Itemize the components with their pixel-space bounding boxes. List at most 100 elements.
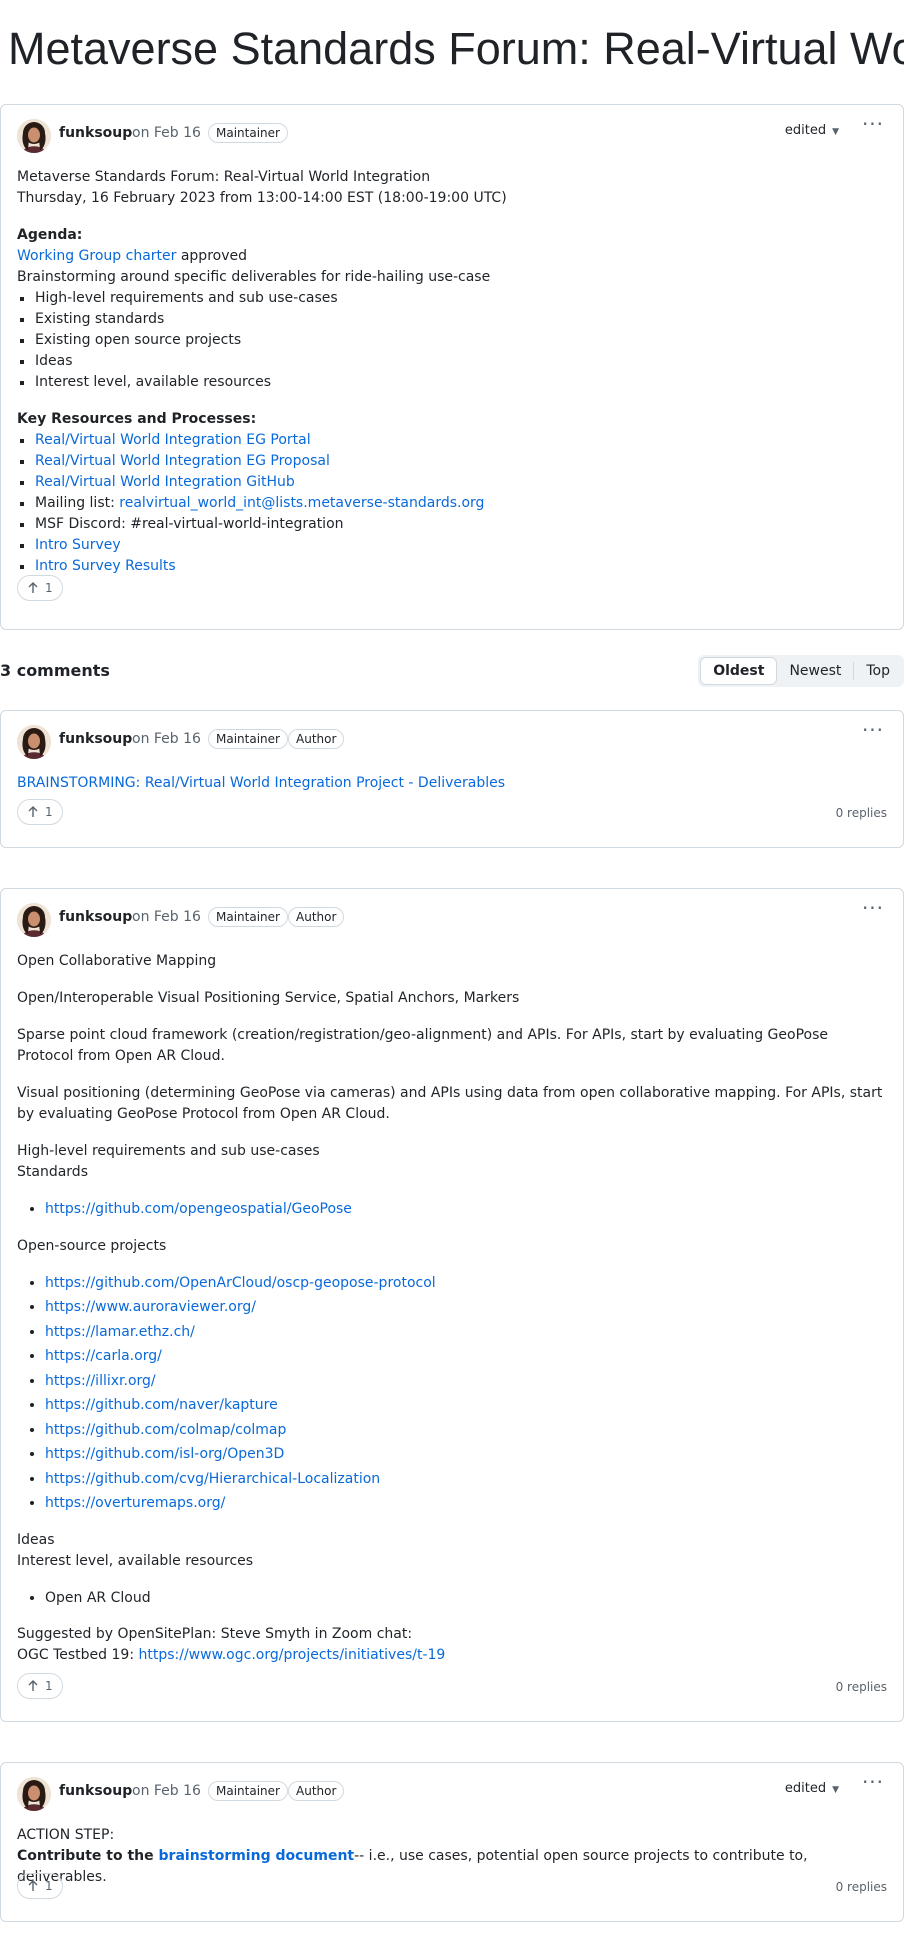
list-item: Intro Survey [17, 535, 887, 556]
comment-header: funksoup on Feb 16 Maintainer Author edi… [1, 1763, 903, 1821]
comment-footer: 1 0 replies [1, 1659, 903, 1721]
brainstorm-line: Brainstorming around specific deliverabl… [17, 269, 491, 285]
sort-newest-button[interactable]: Newest [777, 657, 853, 685]
paragraph: Open-source projects [17, 1237, 167, 1254]
paragraph: Visual positioning (determining GeoPose … [17, 1085, 883, 1122]
comment-header: funksoup on Feb 16 Maintainer Author ··· [1, 711, 903, 769]
discussion-post: funksoup on Feb 16 Maintainer edited ▼ ··… [0, 104, 904, 630]
standards-link[interactable]: https://github.com/opengeospatial/GeoPos… [45, 1201, 352, 1217]
edited-dropdown[interactable]: edited ▼ [785, 120, 839, 143]
comment-date[interactable]: on Feb 16 [132, 729, 201, 750]
oss-link[interactable]: https://illixr.org/ [45, 1373, 156, 1389]
paragraph: Open Collaborative Mapping [17, 953, 217, 969]
avatar[interactable] [17, 903, 51, 937]
portal-link[interactable]: Real/Virtual World Integration EG Portal [35, 432, 311, 448]
list-item: https://www.auroraviewer.org/ [45, 1297, 887, 1318]
list-item: https://carla.org/ [45, 1346, 887, 1367]
author-name[interactable]: funksoup [59, 123, 132, 144]
list-item: Real/Virtual World Integration EG Propos… [17, 451, 887, 472]
oss-link[interactable]: https://github.com/isl-org/Open3D [45, 1446, 284, 1462]
post-footer: 1 [1, 567, 903, 629]
kebab-horizontal-icon[interactable]: ··· [861, 720, 885, 745]
oss-link[interactable]: https://github.com/naver/kapture [45, 1397, 278, 1413]
maintainer-badge: Maintainer [208, 123, 288, 143]
upvote-button[interactable]: 1 [17, 1873, 63, 1899]
list-item: Ideas [17, 351, 887, 372]
proposal-link[interactable]: Real/Virtual World Integration EG Propos… [35, 453, 330, 469]
sort-oldest-button[interactable]: Oldest [700, 657, 778, 685]
avatar-image [17, 725, 51, 759]
upvote-button[interactable]: 1 [17, 1673, 63, 1699]
avatar[interactable] [17, 725, 51, 759]
github-link[interactable]: Real/Virtual World Integration GitHub [35, 474, 295, 490]
upvote-button[interactable]: 1 [17, 575, 63, 601]
triangle-down-icon: ▼ [832, 1785, 839, 1795]
list-item: Real/Virtual World Integration GitHub [17, 472, 887, 493]
kebab-horizontal-icon[interactable]: ··· [861, 1772, 885, 1797]
paragraph: Interest level, available resources [17, 1552, 254, 1569]
edited-label: edited [784, 123, 827, 138]
oss-link[interactable]: https://carla.org/ [45, 1348, 162, 1364]
avatar-image [17, 903, 51, 937]
avatar[interactable] [17, 1777, 51, 1811]
author-name[interactable]: funksoup [59, 729, 132, 750]
mailing-link[interactable]: realvirtual_world_int@lists.metaverse-st… [119, 495, 484, 511]
avatar-image [17, 1777, 51, 1811]
comments-count: 3 comments [0, 661, 110, 680]
list-item: https://github.com/opengeospatial/GeoPos… [45, 1199, 887, 1220]
list-item: https://github.com/colmap/colmap [45, 1420, 887, 1441]
post-line-1: Metaverse Standards Forum: Real-Virtual … [17, 169, 431, 185]
charter-line: Working Group charter approved [17, 246, 887, 267]
interest-list: Open AR Cloud [17, 1588, 887, 1609]
comment-date[interactable]: on Feb 16 [132, 907, 201, 928]
resources-list: Real/Virtual World Integration EG Portal… [17, 430, 887, 577]
author-badge: Author [288, 1781, 345, 1801]
oss-link[interactable]: https://lamar.ethz.ch/ [45, 1324, 195, 1340]
replies-count[interactable]: 0 replies [836, 1877, 887, 1898]
arrow-up-icon [28, 1880, 38, 1891]
charter-suffix: approved [176, 248, 247, 264]
action-label: ACTION STEP: [17, 1827, 115, 1843]
kebab-horizontal-icon[interactable]: ··· [861, 898, 885, 923]
kebab-horizontal-icon[interactable]: ··· [861, 114, 885, 139]
upvote-button[interactable]: 1 [17, 799, 63, 825]
agenda-heading: Agenda: [17, 227, 83, 243]
survey-link[interactable]: Intro Survey [35, 537, 121, 553]
oss-link[interactable]: https://github.com/colmap/colmap [45, 1422, 286, 1438]
page-title: Metaverse Standards Forum: Real-Virtual … [8, 23, 904, 74]
arrow-up-icon [28, 806, 38, 817]
maintainer-badge: Maintainer [208, 907, 288, 927]
comment-card: funksoup on Feb 16 Maintainer Author edi… [0, 1762, 904, 1922]
standards-list: https://github.com/opengeospatial/GeoPos… [17, 1199, 887, 1220]
list-item: https://github.com/naver/kapture [45, 1395, 887, 1416]
post-date[interactable]: on Feb 16 [132, 123, 201, 144]
oss-link[interactable]: https://overturemaps.org/ [45, 1495, 225, 1511]
sort-toggle: Oldest Newest Top [698, 655, 904, 687]
list-item: Mailing list: realvirtual_world_int@list… [17, 493, 887, 514]
comments-header: 3 comments Oldest Newest Top [0, 653, 904, 689]
post-header: funksoup on Feb 16 Maintainer edited ▼ ··… [1, 105, 903, 163]
replies-count[interactable]: 0 replies [836, 803, 887, 824]
oss-link[interactable]: https://github.com/OpenArCloud/oscp-geop… [45, 1275, 436, 1291]
comment-date[interactable]: on Feb 16 [132, 1781, 201, 1802]
charter-link[interactable]: Working Group charter [17, 248, 176, 264]
list-item: https://overturemaps.org/ [45, 1493, 887, 1514]
post-line-2: Thursday, 16 February 2023 from 13:00-14… [17, 190, 507, 206]
edited-label: edited [784, 1781, 827, 1796]
author-name[interactable]: funksoup [59, 1781, 132, 1802]
comment-footer: 1 0 replies [1, 785, 903, 847]
replies-count[interactable]: 0 replies [836, 1677, 887, 1698]
author-name[interactable]: funksoup [59, 907, 132, 928]
mailing-label: Mailing list: [35, 495, 120, 511]
list-item: Interest level, available resources [17, 372, 887, 393]
avatar[interactable] [17, 119, 51, 153]
list-item: Existing standards [17, 309, 887, 330]
paragraph: Sparse point cloud framework (creation/r… [17, 1027, 829, 1064]
post-body: Metaverse Standards Forum: Real-Virtual … [1, 163, 903, 577]
edited-dropdown[interactable]: edited ▼ [785, 1778, 839, 1801]
oss-link[interactable]: https://github.com/cvg/Hierarchical-Loca… [45, 1471, 380, 1487]
paragraph: Open/Interoperable Visual Positioning Se… [17, 990, 520, 1006]
comment-card: funksoup on Feb 16 Maintainer Author ···… [0, 888, 904, 1722]
sort-top-button[interactable]: Top [854, 657, 902, 685]
oss-link[interactable]: https://www.auroraviewer.org/ [45, 1299, 256, 1315]
